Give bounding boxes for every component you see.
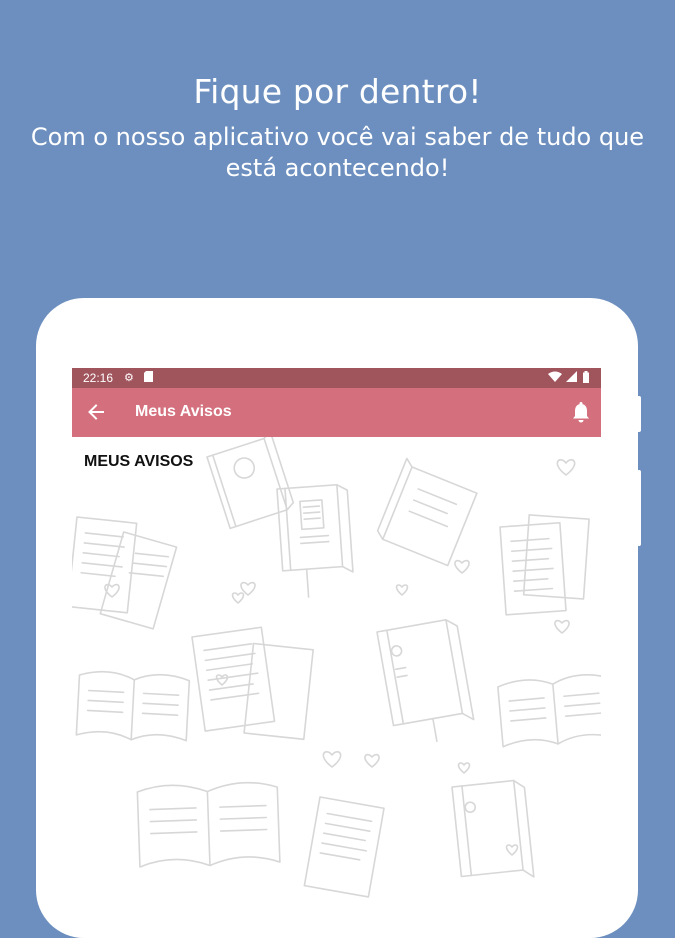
app-bar: Meus Avisos bbox=[72, 388, 601, 437]
promo-headline: Fique por dentro! bbox=[193, 72, 482, 111]
promo-subtitle: Com o nosso aplicativo você vai saber de… bbox=[30, 123, 645, 182]
wifi-icon bbox=[548, 368, 562, 388]
settings-icon: ⚙ bbox=[124, 371, 134, 384]
signal-icon bbox=[566, 368, 577, 388]
content-area: MEUS AVISOS bbox=[72, 437, 601, 900]
volume-button bbox=[636, 396, 641, 432]
arrow-back-icon bbox=[88, 404, 104, 420]
section-title: MEUS AVISOS bbox=[84, 453, 194, 470]
bell-icon bbox=[573, 402, 589, 423]
status-time: 22:16 bbox=[83, 371, 114, 385]
power-button bbox=[636, 470, 641, 546]
device-screen: 22:16 ⚙ Meus Avisos MEUS AVISOS bbox=[72, 368, 601, 900]
app-bar-title: Meus Avisos bbox=[135, 403, 232, 420]
doodle-background bbox=[72, 437, 601, 898]
back-button[interactable] bbox=[84, 400, 108, 424]
battery-icon bbox=[583, 368, 589, 388]
status-bar: 22:16 ⚙ bbox=[72, 368, 601, 388]
notifications-button[interactable] bbox=[570, 401, 592, 425]
sd-card-icon bbox=[144, 368, 153, 388]
